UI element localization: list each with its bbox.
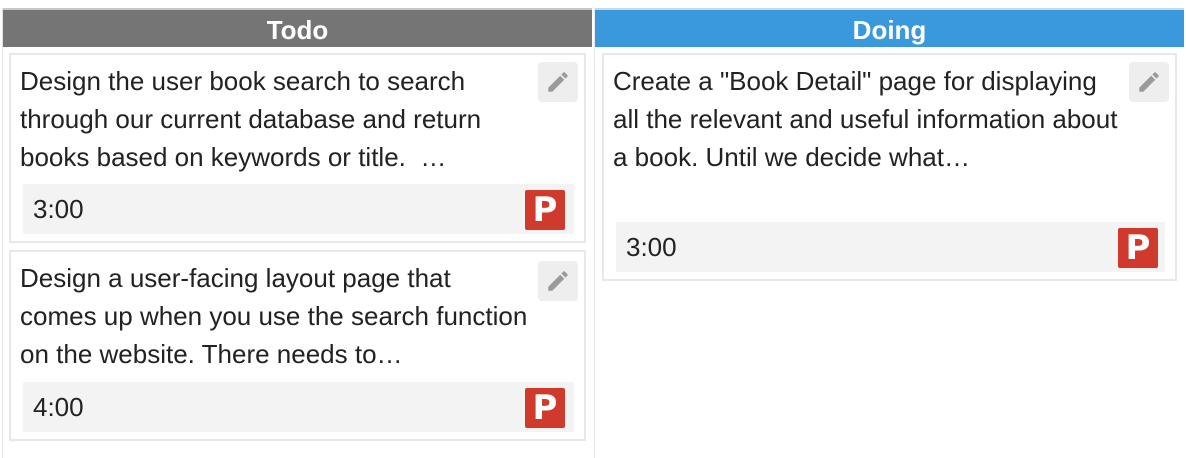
priority-badge[interactable]: P (525, 388, 565, 428)
time-estimate: 4:00 (33, 392, 84, 422)
card-footer: 4:00 P (23, 382, 574, 432)
kanban-board: Todo Design the user book search to sear… (0, 0, 1186, 458)
column-header-todo: Todo (3, 8, 592, 47)
edit-button[interactable] (538, 62, 578, 102)
card-footer: 3:00 P (23, 184, 574, 234)
priority-badge[interactable]: P (1118, 228, 1158, 268)
task-card[interactable]: Design a user-facing layout page that co… (9, 250, 586, 441)
card-footer: 3:00 P (616, 222, 1165, 272)
task-card[interactable]: Create a "Book Detail" page for displayi… (602, 53, 1177, 281)
card-description: Create a "Book Detail" page for displayi… (613, 66, 1125, 172)
edit-button[interactable] (538, 261, 578, 301)
column-header-doing: Doing (595, 8, 1184, 47)
card-description: Design a user-facing layout page that co… (20, 263, 535, 369)
pencil-icon (1139, 72, 1159, 92)
time-estimate: 3:00 (33, 194, 84, 224)
time-estimate: 3:00 (626, 232, 677, 262)
column-doing: Doing Create a "Book Detail" page for di… (594, 8, 1184, 458)
edit-button[interactable] (1129, 62, 1169, 102)
column-todo: Todo Design the user book search to sear… (2, 8, 592, 458)
pencil-icon (548, 271, 568, 291)
pencil-icon (548, 72, 568, 92)
task-card[interactable]: Design the user book search to search th… (9, 53, 586, 243)
priority-badge[interactable]: P (525, 190, 565, 230)
card-description: Design the user book search to search th… (20, 66, 489, 172)
